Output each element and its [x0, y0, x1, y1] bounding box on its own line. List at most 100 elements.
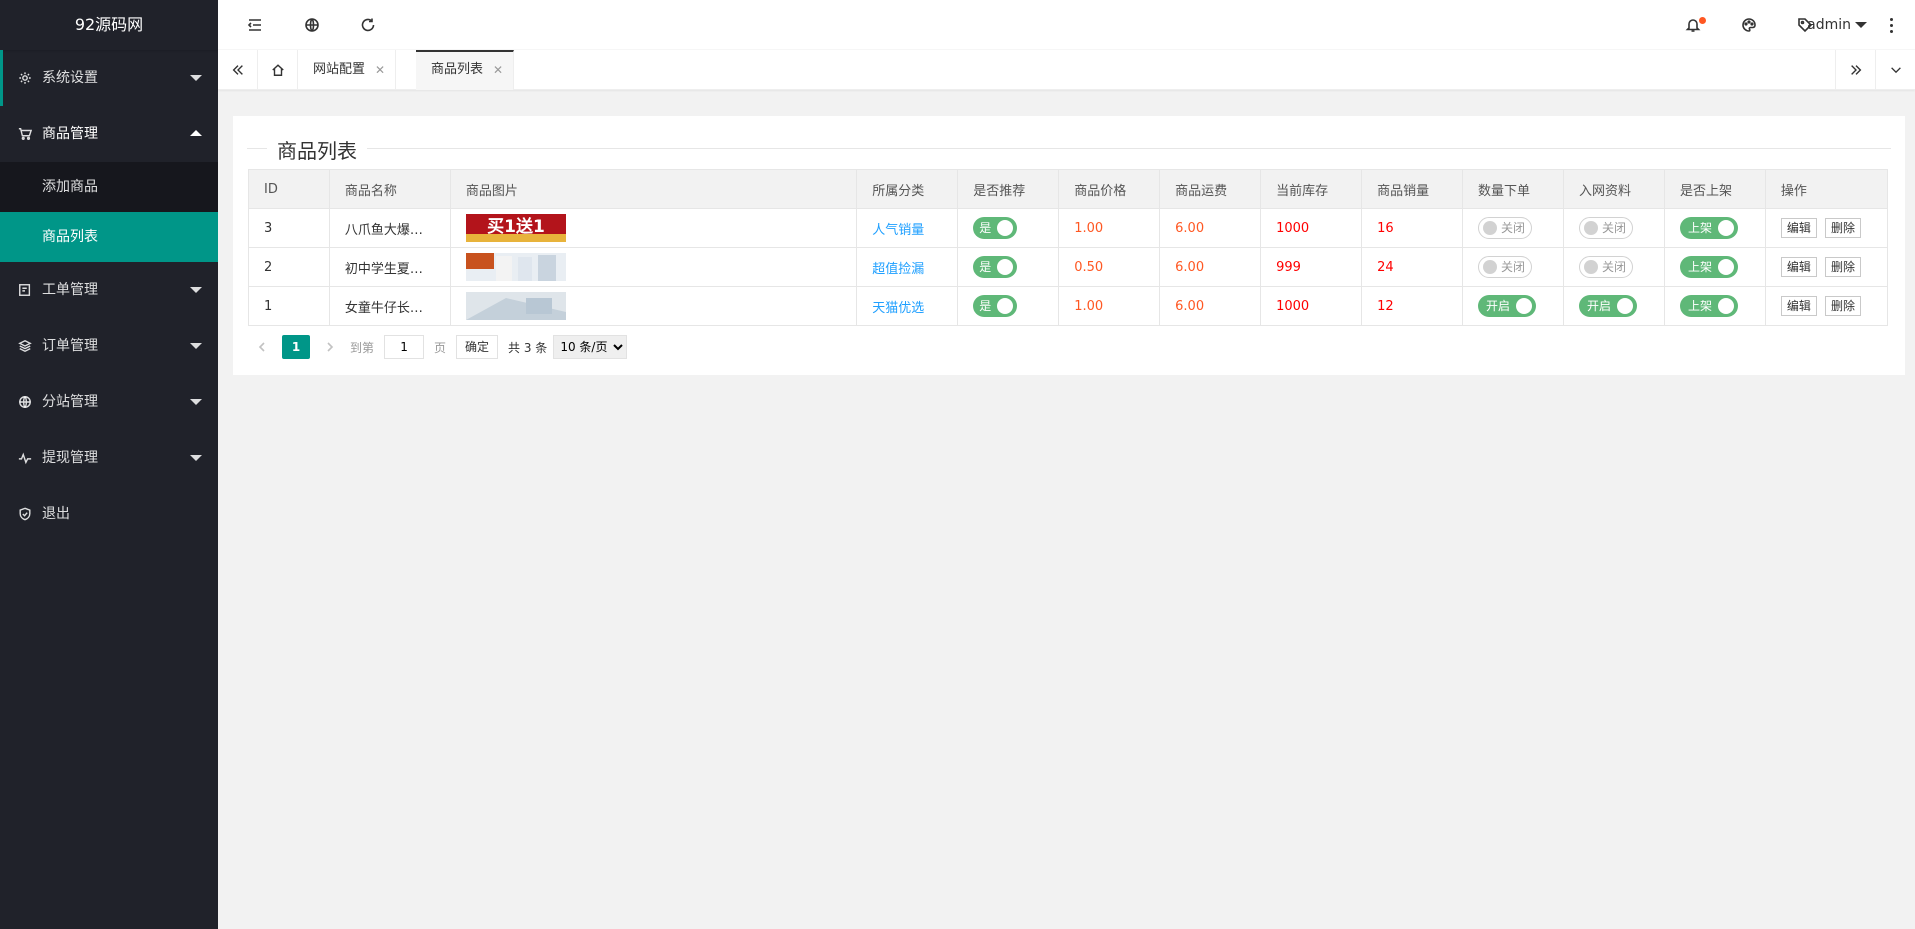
thumbnail-text: 买1送1: [487, 216, 545, 237]
cell-name: 初中学生夏…: [328, 247, 451, 287]
palette-icon[interactable]: [1729, 0, 1769, 50]
tabs-scroll-left-icon[interactable]: [218, 50, 258, 90]
cell-category[interactable]: 超值捡漏: [856, 247, 959, 287]
total-count: 共 3 条: [508, 340, 548, 355]
sidebar-item-label: 工单管理: [42, 282, 98, 298]
cell-price: 0.50: [1058, 247, 1161, 287]
tabs-scroll-right-icon[interactable]: [1835, 50, 1875, 90]
cell-name: 八爪鱼大爆…: [328, 208, 451, 248]
more-vertical-icon[interactable]: [1881, 0, 1901, 50]
column-header[interactable]: 入网资料: [1562, 169, 1665, 209]
on-shelf-toggle[interactable]: 上架: [1679, 295, 1738, 317]
sidebar-item-logout[interactable]: 退出: [0, 486, 218, 542]
next-page-icon[interactable]: [316, 333, 344, 361]
cell-stock: 1000: [1260, 208, 1363, 248]
column-header[interactable]: 所属分类: [856, 169, 959, 209]
user-name: admin: [1807, 17, 1851, 33]
sidebar-item-withdraw-management[interactable]: 提现管理: [0, 430, 218, 486]
sidebar-item-order-management[interactable]: 订单管理: [0, 318, 218, 374]
sidebar-item-substation-management[interactable]: 分站管理: [0, 374, 218, 430]
column-header[interactable]: 商品价格: [1058, 169, 1161, 209]
delete-button[interactable]: 删除: [1824, 296, 1861, 316]
tab-label: 网站配置: [313, 62, 366, 77]
cell-sales: 12: [1361, 286, 1464, 326]
cell-stock: 1000: [1260, 286, 1363, 326]
column-header[interactable]: ID: [248, 169, 330, 209]
close-icon[interactable]: ✕: [375, 50, 385, 90]
cell-network: 关闭: [1562, 247, 1665, 287]
recommend-toggle[interactable]: 是: [973, 256, 1018, 278]
cell-image: [449, 247, 858, 287]
qty-order-toggle[interactable]: 开启: [1478, 295, 1537, 317]
product-thumbnail[interactable]: 买1送1: [465, 214, 566, 242]
tab-bar: 网站配置 ✕ 商品列表 ✕: [218, 50, 1915, 90]
column-header[interactable]: 商品销量: [1361, 169, 1464, 209]
network-toggle[interactable]: 关闭: [1578, 217, 1633, 239]
close-icon[interactable]: ✕: [493, 52, 503, 88]
edit-button[interactable]: 编辑: [1780, 296, 1817, 316]
sidebar-subitem-add-product[interactable]: 添加商品: [0, 162, 218, 212]
chevron-down-icon: [190, 399, 202, 405]
column-header[interactable]: 是否推荐: [957, 169, 1060, 209]
on-shelf-toggle[interactable]: 上架: [1679, 256, 1738, 278]
product-thumbnail[interactable]: [465, 253, 566, 281]
sidebar-item-product-management[interactable]: 商品管理: [0, 106, 218, 162]
per-page-select[interactable]: 10 条/页: [553, 335, 628, 359]
sidebar-item-label: 订单管理: [42, 338, 98, 354]
current-page[interactable]: 1: [282, 335, 310, 359]
column-header[interactable]: 商品图片: [449, 169, 858, 209]
edit-button[interactable]: 编辑: [1780, 218, 1817, 238]
chevron-down-icon: [190, 343, 202, 349]
column-header[interactable]: 商品名称: [328, 169, 451, 209]
cell-category[interactable]: 人气销量: [856, 208, 959, 248]
cell-recommend: 是: [957, 247, 1060, 287]
cell-on-shelf: 上架: [1663, 286, 1766, 326]
sidebar-item-system-settings[interactable]: 系统设置: [0, 50, 218, 106]
network-toggle[interactable]: 关闭: [1578, 256, 1633, 278]
refresh-icon[interactable]: [348, 0, 388, 50]
table-header-row: ID 商品名称 商品图片 所属分类 是否推荐 商品价格 商品运费 当前库存 商品…: [248, 169, 1889, 209]
user-menu[interactable]: admin: [1807, 0, 1867, 50]
divider: [247, 148, 1891, 149]
tab-product-list[interactable]: 商品列表 ✕: [416, 50, 515, 90]
recommend-toggle[interactable]: 是: [973, 217, 1018, 239]
column-header[interactable]: 是否上架: [1663, 169, 1766, 209]
sidebar-item-ticket-management[interactable]: 工单管理: [0, 262, 218, 318]
column-header[interactable]: 数量下单: [1462, 169, 1564, 209]
page-number-input[interactable]: [384, 335, 425, 359]
prev-page-icon[interactable]: [248, 333, 276, 361]
section-title: 商品列表: [247, 128, 1891, 164]
edit-button[interactable]: 编辑: [1780, 257, 1817, 277]
column-header[interactable]: 商品运费: [1159, 169, 1262, 209]
logo[interactable]: 92源码网: [0, 0, 218, 50]
recommend-toggle[interactable]: 是: [973, 295, 1018, 317]
shield-icon: [18, 486, 32, 542]
chevron-down-icon: [1855, 22, 1867, 28]
subnav-products: 添加商品 商品列表: [0, 162, 218, 262]
qty-order-toggle[interactable]: 关闭: [1478, 256, 1533, 278]
network-toggle[interactable]: 开启: [1578, 295, 1637, 317]
cell-category[interactable]: 天猫优选: [856, 286, 959, 326]
sidebar-subitem-product-list[interactable]: 商品列表: [0, 212, 218, 262]
top-header: admin: [218, 0, 1915, 50]
confirm-page-button[interactable]: 确定: [456, 335, 499, 359]
globe-icon[interactable]: [292, 0, 332, 50]
product-thumbnail[interactable]: [465, 292, 566, 320]
on-shelf-toggle[interactable]: 上架: [1679, 217, 1738, 239]
column-header[interactable]: 操作: [1764, 169, 1889, 209]
menu-toggle-icon[interactable]: [235, 0, 275, 50]
bell-icon[interactable]: [1673, 0, 1713, 50]
product-table: ID 商品名称 商品图片 所属分类 是否推荐 商品价格 商品运费 当前库存 商品…: [248, 169, 1889, 326]
chevron-down-icon[interactable]: [1875, 50, 1915, 90]
home-icon[interactable]: [258, 50, 298, 90]
cell-shipping: 6.00: [1159, 247, 1262, 287]
qty-order-toggle[interactable]: 关闭: [1478, 217, 1533, 239]
tab-site-config[interactable]: 网站配置 ✕: [298, 50, 397, 90]
column-header[interactable]: 当前库存: [1260, 169, 1363, 209]
cell-price: 1.00: [1058, 208, 1161, 248]
cell-name: 女童牛仔长…: [328, 286, 451, 326]
cell-qty-order: 关闭: [1462, 247, 1564, 287]
delete-button[interactable]: 删除: [1824, 257, 1861, 277]
delete-button[interactable]: 删除: [1824, 218, 1861, 238]
cell-id: 2: [248, 247, 330, 287]
